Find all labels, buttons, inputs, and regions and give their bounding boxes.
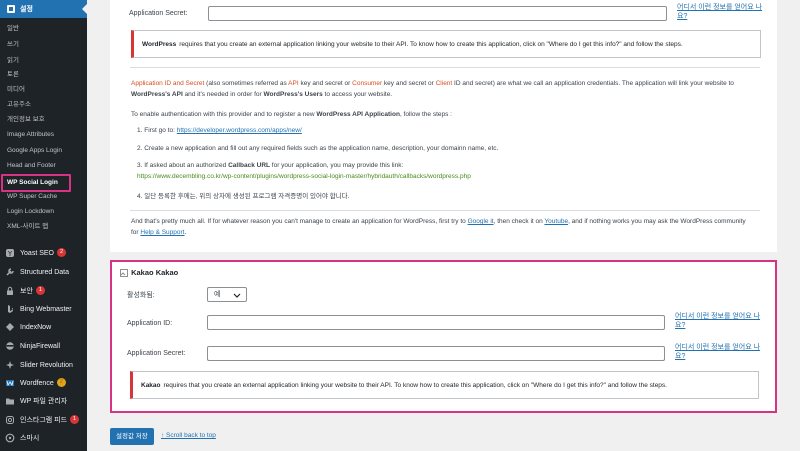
- step-1-text: 1. First go to:: [137, 127, 175, 134]
- save-settings-button[interactable]: 설정값 저장: [110, 428, 154, 445]
- submenu-general[interactable]: 일반: [0, 21, 87, 37]
- where-info-link[interactable]: 어디서 이런 정보를 얻어요 나요?: [675, 312, 765, 330]
- menu-bing-webmaster[interactable]: Bing Webmaster: [0, 300, 87, 319]
- update-badge: 1: [70, 414, 80, 424]
- submenu-login-lockdown[interactable]: Login Lockdown: [0, 204, 87, 220]
- smash-icon: [5, 433, 15, 443]
- developer-apps-link[interactable]: https://developer.wordpress.com/apps/new…: [177, 127, 302, 134]
- menu-settings-label: 설정: [20, 6, 33, 13]
- submenu-xml-sitemap[interactable]: XML-사이트 맵: [0, 219, 87, 235]
- menu-bing-webmaster-label: Bing Webmaster: [20, 306, 72, 313]
- submenu-wp-super-cache[interactable]: WP Super Cache: [0, 189, 87, 205]
- update-badge: 1: [35, 285, 45, 295]
- folder-icon: [6, 398, 14, 405]
- step-4: 4. 일단 등록한 후에는, 위의 상자에 생성된 프로그램 자격증명이 있어야…: [137, 193, 350, 200]
- enabled-label: 활성화됨:: [127, 292, 155, 299]
- menu-structured-data-label: Structured Data: [20, 269, 70, 276]
- callback-url: https://www.decembling.co.kr/wp-content/…: [137, 173, 471, 180]
- instagram-icon: [6, 416, 14, 424]
- menu-wp-file-manager-label: WP 파일 관리자: [20, 398, 68, 405]
- kakao-provider-panel: Kakao Kakao 활성화됨: 예 Application ID: 어디서 …: [110, 260, 777, 413]
- menu-slider-revolution[interactable]: Slider Revolution: [0, 356, 87, 375]
- divider: [130, 210, 760, 211]
- enabled-select-value: 예: [214, 291, 221, 298]
- menu-ninjafirewall[interactable]: NinjaFirewall: [0, 337, 87, 356]
- step-1: 1. First go to: https://developer.wordpr…: [137, 125, 757, 136]
- menu-instagram-feed-label: 인스타그램 피드: [20, 417, 68, 424]
- app-secret-label: Application Secret:: [129, 10, 188, 17]
- divider: [130, 67, 760, 68]
- step-2: 2. Create a new application and fill out…: [137, 145, 499, 152]
- steps-intro: To enable authentication with this provi…: [131, 111, 452, 118]
- submenu-writing[interactable]: 쓰기: [0, 37, 87, 53]
- broken-image-icon: [120, 269, 128, 278]
- menu-wp-file-manager[interactable]: WP 파일 관리자: [0, 392, 87, 411]
- chevron-down-icon: [233, 293, 241, 298]
- menu-indexnow[interactable]: IndexNow: [0, 318, 87, 337]
- menu-security[interactable]: 보안 1: [0, 282, 87, 301]
- wrench-icon: [6, 268, 14, 276]
- menu-yoast-seo-label: Yoast SEO: [20, 250, 54, 257]
- notice-text: requires that you create an external app…: [163, 381, 667, 389]
- update-badge: 2: [56, 377, 66, 387]
- notice-brand: Kakao: [141, 381, 161, 389]
- notice-text: requires that you create an external app…: [179, 40, 683, 48]
- api-notice: Kakao requires that you create an extern…: [130, 371, 759, 399]
- menu-security-label: 보안: [20, 288, 33, 295]
- kakao-title-text: Kakao Kakao: [131, 268, 179, 277]
- menu-instagram-feed[interactable]: 인스타그램 피드 1: [0, 411, 87, 430]
- svg-text:Y: Y: [7, 250, 13, 258]
- yoast-icon: Y: [6, 249, 14, 258]
- menu-yoast-seo[interactable]: Y Yoast SEO 2: [0, 244, 87, 263]
- wordfence-icon: [6, 380, 14, 386]
- menu-wordfence-label: Wordfence: [20, 380, 54, 387]
- submenu-head-footer[interactable]: Head and Footer: [0, 158, 87, 174]
- app-id-input[interactable]: [207, 315, 665, 330]
- admin-sidebar: 설정 일반 쓰기 읽기 토론 미디어 고유주소 개인정보 보호 Image At…: [0, 0, 87, 451]
- submenu-image-attributes[interactable]: Image Attributes: [0, 127, 87, 143]
- wordpress-provider-panel: Application Secret: 어디서 이런 정보를 얻어요 나요? W…: [110, 0, 777, 252]
- where-info-link[interactable]: 어디서 이런 정보를 얻어요 나요?: [675, 343, 765, 361]
- outro-paragraph: And that's pretty much all. If for whate…: [131, 218, 746, 236]
- menu-ninjafirewall-label: NinjaFirewall: [20, 343, 61, 350]
- where-info-link[interactable]: 어디서 이런 정보를 얻어요 나요?: [677, 3, 767, 21]
- menu-structured-data[interactable]: Structured Data: [0, 263, 87, 282]
- indexnow-icon: [6, 323, 14, 331]
- submenu-media[interactable]: 미디어: [0, 82, 87, 98]
- submenu-privacy[interactable]: 개인정보 보호: [0, 112, 87, 128]
- update-badge: 2: [57, 247, 66, 257]
- app-secret-input[interactable]: [208, 6, 667, 21]
- menu-slider-revolution-label: Slider Revolution: [20, 362, 73, 369]
- api-notice: WordPress requires that you create an ex…: [131, 30, 761, 58]
- lock-icon: [7, 286, 13, 295]
- step-3: 3. If asked about an authorized Callback…: [137, 162, 404, 169]
- main-content: Application Secret: 어디서 이런 정보를 얻어요 나요? W…: [87, 0, 800, 451]
- kakao-title: Kakao Kakao: [120, 268, 179, 278]
- app-secret-label: Application Secret:: [127, 350, 186, 357]
- slider-revolution-icon: [6, 361, 14, 369]
- settings-icon: [7, 5, 15, 13]
- notice-brand: WordPress: [142, 40, 177, 48]
- enabled-select[interactable]: 예: [207, 287, 247, 302]
- menu-indexnow-label: IndexNow: [20, 324, 52, 331]
- menu-wordfence[interactable]: Wordfence 2: [0, 374, 87, 393]
- menu-smash-label: 스마시: [20, 435, 40, 442]
- submenu-permalinks[interactable]: 고유주소: [0, 97, 87, 113]
- credentials-paragraph: Application ID and Secret (also sometime…: [131, 80, 734, 98]
- app-id-label: Application ID:: [127, 320, 173, 327]
- scroll-top-link[interactable]: ↑ Scroll back to top: [161, 432, 216, 439]
- ninja-icon: [6, 342, 14, 350]
- menu-settings[interactable]: 설정: [0, 0, 87, 18]
- menu-smash[interactable]: 스마시: [0, 429, 87, 448]
- submenu-discussion[interactable]: 토론: [0, 67, 87, 83]
- submenu-google-apps-login[interactable]: Google Apps Login: [0, 143, 87, 159]
- bing-icon: [8, 305, 13, 313]
- app-secret-input[interactable]: [207, 346, 665, 361]
